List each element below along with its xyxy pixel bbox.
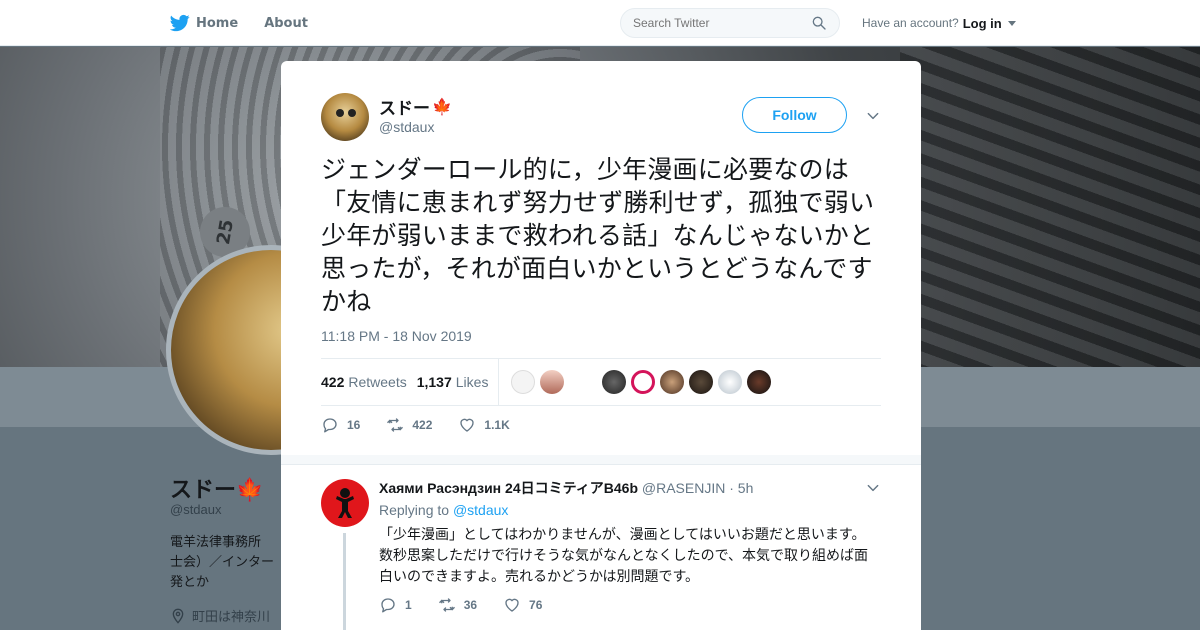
reply-like-action[interactable]: 76: [503, 596, 542, 614]
nav-home[interactable]: Home: [170, 13, 238, 33]
tweet-stats: 422 Retweets 1,137 Likes: [321, 358, 881, 406]
tweet-modal: スドー 🍁 @stdaux Follow ジェンダーロール的に，少年漫画に必要なの…: [281, 61, 921, 630]
like-action[interactable]: 1.1K: [458, 416, 510, 434]
chevron-down-icon[interactable]: [866, 481, 880, 495]
tweet-author-handle[interactable]: @stdaux: [379, 119, 434, 135]
liker-avatar[interactable]: [660, 370, 685, 394]
reply-action[interactable]: 16: [321, 416, 360, 434]
heart-icon: [505, 598, 519, 612]
likes-count: 1,137: [416, 374, 452, 390]
reply-time[interactable]: 5h: [738, 480, 754, 496]
maple-leaf-icon: 🍁: [432, 97, 452, 116]
like-count: 1.1K: [484, 418, 510, 432]
reply-retweet-count: 36: [463, 598, 478, 612]
liker-avatar[interactable]: [602, 370, 627, 394]
retweet-action[interactable]: 422: [386, 416, 432, 434]
retweet-count: 422: [412, 418, 433, 432]
profile-name: スドー🍁: [170, 478, 264, 503]
reply-header: Хаями Расэндзин 24日コミティアB46b @RASENJIN ·…: [379, 478, 753, 498]
search-box: [620, 8, 840, 38]
reply-retweet-action[interactable]: 36: [438, 596, 477, 614]
reply-dot: ·: [729, 480, 734, 496]
nav-home-label: Home: [196, 15, 239, 31]
reply-actions: 1 36 76: [379, 596, 542, 614]
retweets-count: 422: [321, 374, 345, 390]
likers-avatars: [511, 370, 772, 394]
retweet-icon: [387, 418, 404, 432]
nav-left: Home About: [170, 0, 308, 46]
likes-label: Likes: [455, 374, 489, 390]
reply-author-name[interactable]: Хаями Расэндзин 24日コミティアB46b: [379, 480, 638, 496]
heart-icon: [460, 418, 475, 432]
tweet-timestamp[interactable]: 11:18 PM - 18 Nov 2019: [321, 328, 472, 344]
liker-avatar[interactable]: [689, 370, 714, 394]
chevron-down-icon[interactable]: [866, 109, 880, 123]
profile-location: 町田は神奈川: [170, 606, 285, 625]
profile-bio: 電羊法律事務所 士会）／インター 発とか: [170, 533, 285, 593]
liker-avatar[interactable]: [718, 370, 743, 394]
reply-author-avatar[interactable]: [321, 479, 369, 527]
stats-divider: [498, 359, 500, 405]
search-icon[interactable]: [811, 15, 827, 31]
retweet-icon: [438, 598, 455, 612]
top-nav: Home About Have an account? Log in: [0, 0, 1200, 46]
liker-avatar[interactable]: [747, 370, 772, 394]
follow-button[interactable]: Follow: [742, 97, 847, 133]
profile-handle: @stdaux: [170, 502, 222, 517]
reply-text-line: 「少年漫画」としてはわかりませんが、漫画としてはいいお題だと思います。: [379, 527, 866, 543]
reply-reply-action[interactable]: 1: [379, 596, 412, 614]
replying-to: Replying to @stdaux: [379, 502, 508, 518]
reply-text-line: 数秒思案しただけで行けそうな気がなんとなくしたので、本気で取り組めば面: [379, 548, 869, 564]
profile-bio-line: 士会）／インター: [170, 555, 275, 570]
liker-avatar[interactable]: [511, 370, 536, 394]
reply-separator-line: [281, 464, 921, 465]
profile-bio-line: 電羊法律事務所: [170, 535, 262, 550]
account-area: Have an account? Log in: [862, 0, 1016, 46]
reply-text-line: 白いのできますよ。売れるかどうかは別問題です。: [379, 569, 700, 585]
thread-line: [343, 533, 346, 630]
profile-bio-line: 発とか: [170, 575, 210, 590]
location-pin-icon: [172, 608, 184, 624]
reply-icon: [323, 418, 337, 433]
tweet-actions: 16 422 1.1K: [321, 416, 510, 434]
nav-about[interactable]: About: [264, 16, 308, 31]
nav-about-label: About: [264, 15, 308, 31]
replying-to-link[interactable]: @stdaux: [453, 502, 508, 518]
caret-down-icon[interactable]: [1007, 20, 1016, 26]
tweet-author-name-text: スドー: [379, 99, 430, 119]
search-input[interactable]: [633, 16, 811, 30]
reply-avatar-figure: [336, 488, 354, 518]
reply-author-handle[interactable]: @RASENJIN: [642, 480, 725, 496]
reply-icon: [381, 598, 395, 613]
replying-to-prefix: Replying to: [379, 502, 450, 518]
reply-like-count: 76: [529, 598, 543, 612]
close-icon[interactable]: [1154, 12, 1180, 38]
likes-stat[interactable]: 1,137 Likes: [417, 374, 489, 390]
login-link[interactable]: Log in: [963, 16, 1002, 31]
reply-reply-count: 1: [405, 598, 412, 612]
liker-avatar[interactable]: [631, 370, 656, 394]
account-prompt: Have an account?: [862, 16, 959, 30]
profile-location-text: 町田は神奈川: [192, 610, 271, 625]
reply-count: 16: [347, 418, 361, 432]
tweet-author-avatar[interactable]: [321, 93, 369, 141]
retweets-label: Retweets: [348, 374, 407, 390]
liker-avatar[interactable]: [540, 370, 565, 394]
twitter-bird-icon: [170, 14, 190, 32]
tweet-text: ジェンダーロール的に，少年漫画に必要なのは「友情に恵まれず努力せず勝利せず，孤独…: [321, 155, 875, 316]
retweets-stat[interactable]: 422 Retweets: [321, 374, 407, 390]
tweet-author-name[interactable]: スドー 🍁: [379, 94, 452, 119]
reply-text: 「少年漫画」としてはわかりませんが、漫画としてはいいお題だと思います。 数秒思案…: [379, 525, 879, 588]
